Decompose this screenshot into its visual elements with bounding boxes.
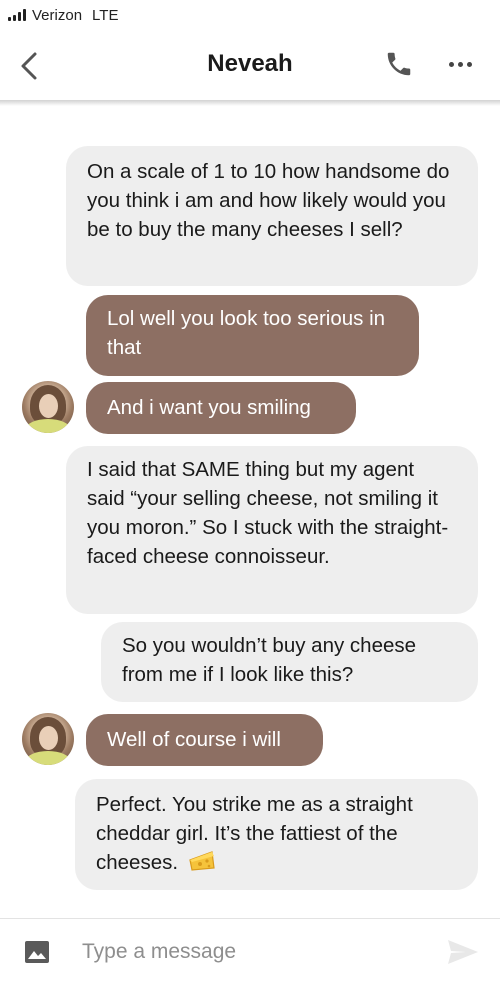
- message-text: Lol well you look too serious in that: [107, 307, 386, 359]
- message-bubble-received: And i want you smiling: [86, 382, 356, 434]
- message-bubble-sent: Perfect. You strike me as a straight che…: [75, 779, 478, 890]
- message-text: I said that SAME thing but my agent said…: [87, 458, 449, 568]
- contact-name: Neveah: [207, 50, 293, 77]
- back-button[interactable]: [16, 50, 44, 82]
- call-button[interactable]: [384, 49, 414, 79]
- cheese-wedge-icon: [189, 851, 215, 871]
- message-text: So you wouldn’t buy any cheese from me i…: [122, 634, 417, 686]
- contact-avatar[interactable]: [22, 713, 74, 765]
- send-icon: [448, 940, 478, 964]
- message-text: And i want you smiling: [107, 396, 311, 419]
- more-horizontal-icon: [449, 61, 454, 67]
- message-input[interactable]: [72, 933, 452, 971]
- status-bar: Verizon LTE: [0, 0, 500, 30]
- more-options-button[interactable]: [449, 58, 477, 70]
- message-bubble-received: Well of course i will: [86, 714, 323, 766]
- message-bubble-received: Lol well you look too serious in that: [86, 295, 419, 376]
- send-button[interactable]: [446, 937, 480, 967]
- image-icon: [25, 941, 49, 963]
- header-shadow: [0, 100, 500, 106]
- message-composer: [0, 919, 500, 984]
- phone-icon: [387, 52, 411, 76]
- message-text: On a scale of 1 to 10 how handsome do yo…: [87, 160, 450, 241]
- network-label: LTE: [92, 6, 119, 24]
- signal-strength-icon: [8, 9, 26, 21]
- message-bubble-sent: On a scale of 1 to 10 how handsome do yo…: [66, 146, 478, 286]
- attach-image-button[interactable]: [24, 940, 50, 964]
- message-text: Well of course i will: [107, 728, 281, 751]
- message-text: Perfect. You strike me as a straight che…: [96, 793, 413, 874]
- chat-screen: Verizon LTE Neveah On a scale of 1 to 10…: [0, 0, 500, 984]
- chevron-left-icon: [21, 52, 37, 80]
- conversation-header: Neveah: [0, 30, 500, 100]
- contact-avatar[interactable]: [22, 381, 74, 433]
- message-bubble-sent: So you wouldn’t buy any cheese from me i…: [101, 622, 478, 702]
- carrier-label: Verizon: [32, 6, 83, 24]
- message-bubble-sent: I said that SAME thing but my agent said…: [66, 446, 478, 614]
